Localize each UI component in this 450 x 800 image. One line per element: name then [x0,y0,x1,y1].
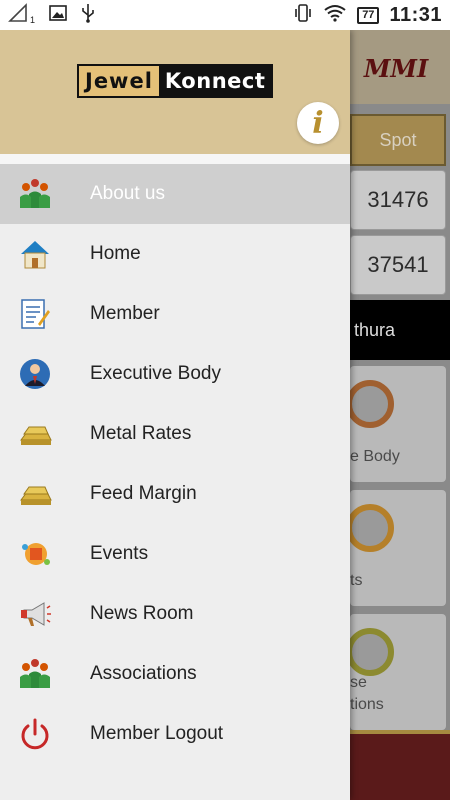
sim-indicator: 1 [30,15,36,25]
menu-label: Events [90,543,149,564]
group-icon [18,178,52,210]
navigation-drawer: Jewel Konnect i About us Home Member Exe… [0,30,350,800]
menu-item-member[interactable]: Member [0,284,350,344]
vibrate-icon [293,3,313,27]
card-label: se tions [350,674,384,713]
usb-icon [81,3,95,28]
card-label: ts [350,572,363,589]
menu-label: Member Logout [90,723,224,744]
menu-item-events[interactable]: Events [0,524,350,584]
city-banner: thura [350,300,450,360]
jewel-konnect-logo: Jewel Konnect [77,64,274,98]
background-card[interactable]: se tions [350,614,446,730]
image-notification-icon [49,4,67,26]
menu-label: Home [90,243,141,264]
menu-item-feed-margin[interactable]: Feed Margin [0,464,350,524]
member-form-icon [18,298,52,330]
menu-item-about-us[interactable]: About us [0,164,350,224]
background-bottom-banner [350,730,450,800]
rate-value: 31476 [350,170,446,230]
menu-label: About us [90,183,165,204]
card-label: e Body [350,448,400,465]
power-icon [18,718,52,750]
events-icon [18,538,52,570]
spot-tab[interactable]: Spot [350,114,446,166]
menu-item-executive-body[interactable]: Executive Body [0,344,350,404]
background-card[interactable]: ts [350,490,446,606]
menu-label: News Room [90,603,194,624]
drawer-menu: About us Home Member Executive Body Meta… [0,164,350,764]
gold-bar-icon [18,418,52,450]
menu-item-news-room[interactable]: News Room [0,584,350,644]
mmi-logo: MMI [363,53,429,83]
battery-indicator: 77 [357,6,380,24]
executive-person-icon [18,358,52,390]
signal-icon [8,2,30,28]
status-right: 77 11:31 [293,4,442,27]
brand-left-text: Jewel [79,66,159,96]
megaphone-icon [18,598,52,630]
home-icon [18,238,52,270]
status-bar: 1 77 11:31 [0,0,450,30]
header-divider [0,154,350,164]
brand-right-text: Konnect [158,66,272,96]
menu-item-associations[interactable]: Associations [0,644,350,704]
info-icon[interactable]: i [297,102,339,144]
card-circle-icon [350,504,394,552]
menu-item-metal-rates[interactable]: Metal Rates [0,404,350,464]
menu-label: Member [90,303,160,324]
menu-item-home[interactable]: Home [0,224,350,284]
gold-bar-icon [18,478,52,510]
status-left: 1 [8,2,95,28]
card-circle-icon [350,628,394,676]
drawer-header: Jewel Konnect i [0,30,350,154]
group-icon [18,658,52,690]
menu-label: Executive Body [90,363,221,384]
menu-label: Associations [90,663,197,684]
clock: 11:31 [389,3,442,26]
wifi-icon [323,4,347,27]
background-card[interactable]: e Body [350,366,446,482]
menu-label: Feed Margin [90,483,197,504]
menu-label: Metal Rates [90,423,192,444]
menu-item-member-logout[interactable]: Member Logout [0,704,350,764]
card-circle-icon [350,380,394,428]
rate-value: 37541 [350,235,446,295]
